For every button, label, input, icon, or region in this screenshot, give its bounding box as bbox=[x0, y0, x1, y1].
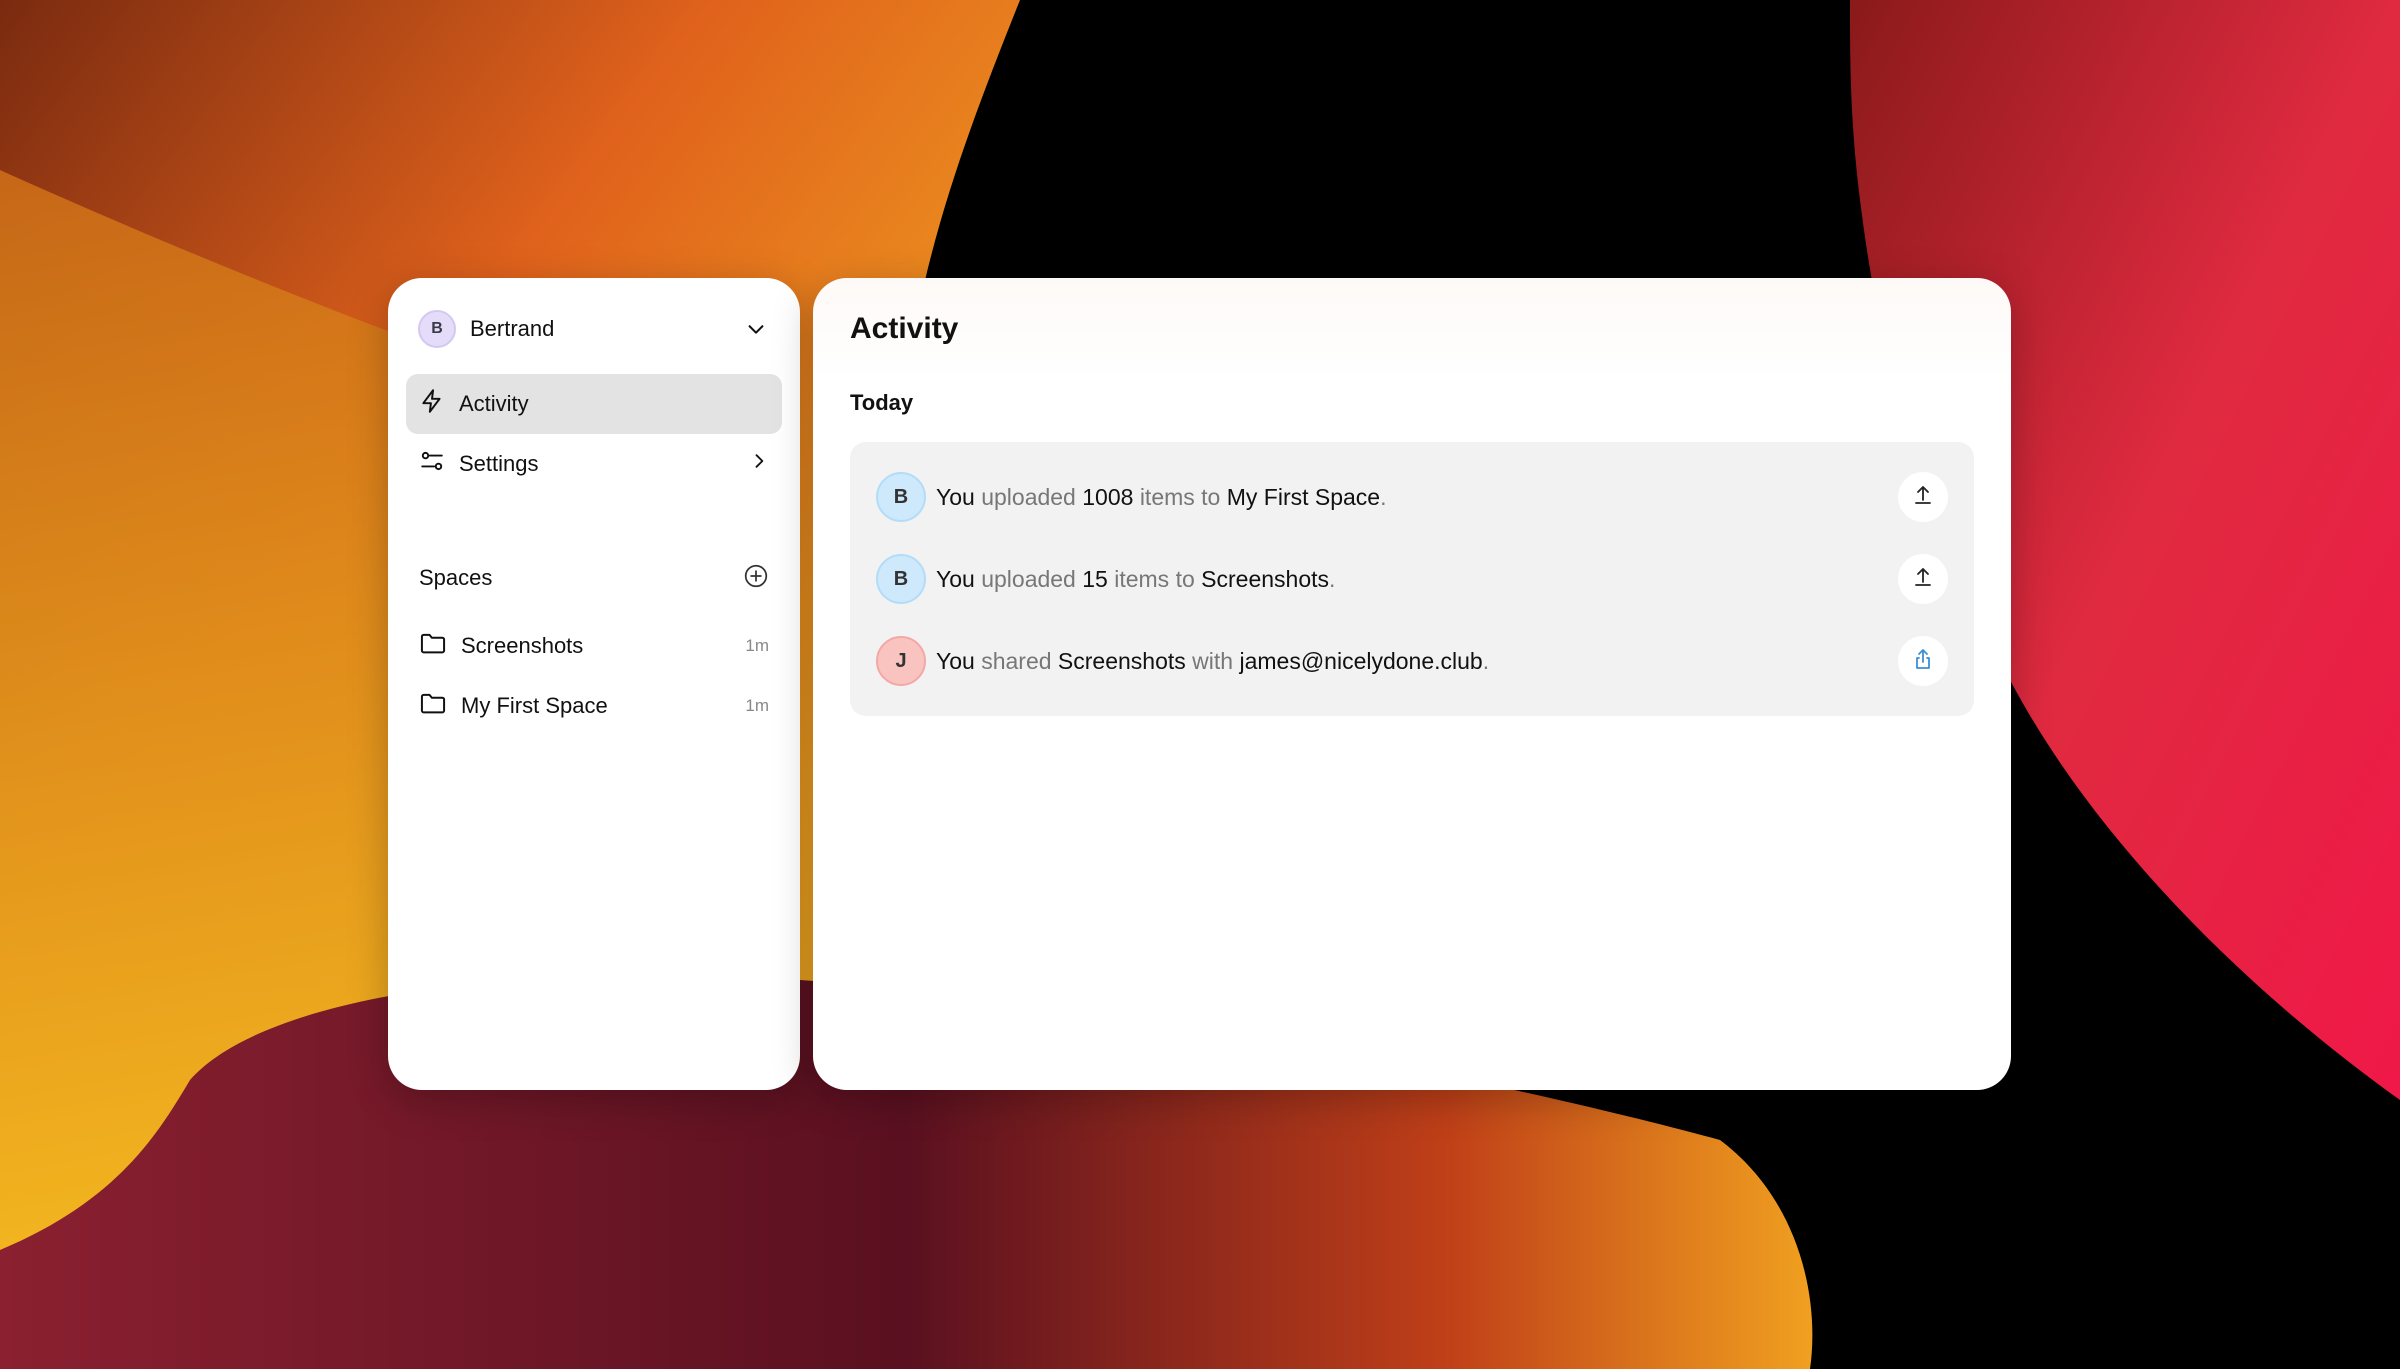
space-time: 1m bbox=[745, 636, 769, 655]
activity-object: 1008 bbox=[1082, 483, 1134, 510]
avatar: B bbox=[876, 472, 926, 522]
nav-item-activity[interactable]: Activity bbox=[406, 374, 782, 434]
activity-period: . bbox=[1380, 483, 1387, 510]
spaces-header: Spaces bbox=[406, 558, 782, 598]
user-name: Bertrand bbox=[470, 316, 555, 341]
user-avatar: B bbox=[418, 310, 456, 348]
lightning-icon bbox=[419, 388, 445, 420]
sidebar-panel: B Bertrand Activity Settings Spaces Scre… bbox=[388, 278, 800, 1090]
nav-item-settings[interactable]: Settings bbox=[406, 434, 782, 494]
upload-button[interactable] bbox=[1898, 472, 1948, 522]
activity-item[interactable]: B You uploaded 15 items to Screenshots. bbox=[876, 538, 1948, 620]
space-item-my-first-space[interactable]: My First Space 1m bbox=[406, 676, 782, 736]
activity-panel: Activity Today B You uploaded 1008 items… bbox=[813, 278, 2011, 1090]
page-title: Activity bbox=[850, 312, 959, 345]
account-switcher[interactable]: B Bertrand bbox=[406, 302, 782, 356]
activity-verb: uploaded bbox=[981, 565, 1076, 592]
space-item-screenshots[interactable]: Screenshots 1m bbox=[406, 616, 782, 676]
nav-item-label: Settings bbox=[459, 451, 539, 476]
upload-button[interactable] bbox=[1898, 554, 1948, 604]
activity-connector: with bbox=[1192, 647, 1234, 674]
folder-icon bbox=[419, 629, 447, 663]
activity-period: . bbox=[1329, 565, 1336, 592]
nav-item-label: Activity bbox=[459, 391, 529, 416]
activity-connector: items to bbox=[1114, 565, 1195, 592]
share-button[interactable] bbox=[1898, 636, 1948, 686]
spaces-title: Spaces bbox=[419, 565, 493, 590]
spaces-list: Screenshots 1m My First Space 1m bbox=[406, 616, 782, 736]
share-icon bbox=[1911, 647, 1935, 676]
activity-actor: You bbox=[936, 565, 975, 592]
chevron-down-icon[interactable] bbox=[742, 315, 770, 343]
activity-actor: You bbox=[936, 647, 975, 674]
activity-connector: items to bbox=[1139, 483, 1221, 510]
folder-icon bbox=[419, 689, 447, 723]
activity-item[interactable]: B You uploaded 1008 items to My First Sp… bbox=[876, 456, 1948, 538]
activity-actor: You bbox=[936, 483, 975, 510]
space-name: Screenshots bbox=[461, 633, 584, 658]
space-time: 1m bbox=[745, 696, 769, 715]
activity-list: B You uploaded 1008 items to My First Sp… bbox=[850, 442, 1974, 716]
activity-object[interactable]: Screenshots bbox=[1058, 648, 1186, 674]
sliders-icon bbox=[419, 448, 445, 480]
activity-target[interactable]: Screenshots bbox=[1201, 566, 1329, 592]
activity-text: You uploaded 1008 items to My First Spac… bbox=[936, 484, 1898, 511]
avatar: J bbox=[876, 636, 926, 686]
activity-object: 15 bbox=[1082, 565, 1108, 592]
activity-text: You shared Screenshots with james@nicely… bbox=[936, 648, 1898, 675]
activity-target[interactable]: My First Space bbox=[1227, 484, 1380, 510]
activity-period: . bbox=[1482, 647, 1490, 674]
space-name: My First Space bbox=[461, 693, 608, 718]
activity-target[interactable]: james@nicelydone.club bbox=[1239, 648, 1482, 674]
activity-verb: uploaded bbox=[981, 483, 1076, 510]
upload-icon bbox=[1911, 483, 1935, 512]
upload-icon bbox=[1911, 565, 1935, 594]
chevron-right-icon bbox=[749, 451, 769, 477]
avatar: B bbox=[876, 554, 926, 604]
activity-text: You uploaded 15 items to Screenshots. bbox=[936, 566, 1898, 593]
add-space-icon[interactable] bbox=[743, 563, 769, 594]
activity-item[interactable]: J You shared Screenshots with james@nice… bbox=[876, 620, 1948, 702]
activity-verb: shared bbox=[981, 647, 1052, 674]
day-heading: Today bbox=[850, 390, 914, 415]
